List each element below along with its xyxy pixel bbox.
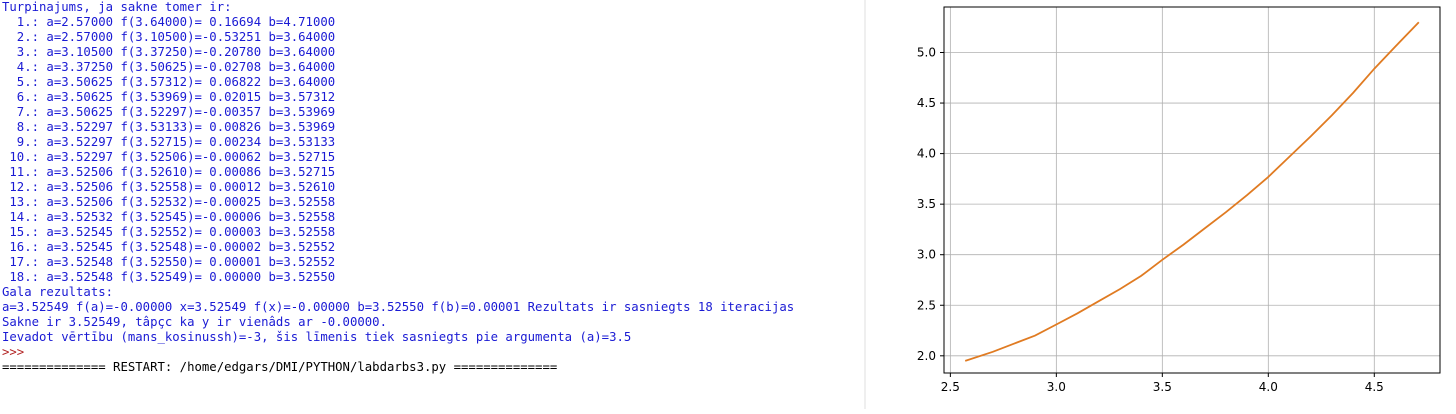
iteration-line: 6.: a=3.50625 f(3.53969)= 0.02015 b=3.57… xyxy=(2,90,336,104)
shell-prompt[interactable]: >>> xyxy=(0,345,864,360)
final-result-line: a=3.52549 f(a)=-0.00000 x=3.52549 f(x)=-… xyxy=(2,300,795,314)
restart-line: ============== RESTART: /home/edgars/DMI… xyxy=(2,360,558,374)
x-tick-label: 3.5 xyxy=(1153,380,1172,394)
y-tick-label: 3.5 xyxy=(917,197,936,211)
plot-panel: 2.5 3.0 3.5 4.0 4.5 2.0 2.5 3.0 3.5 4.0 4.5 5.0 xyxy=(866,0,1456,409)
y-tick-label: 3.0 xyxy=(917,248,936,262)
iteration-line: 11.: a=3.52506 f(3.52610)= 0.00086 b=3.5… xyxy=(2,165,336,179)
y-tick-label: 4.5 xyxy=(917,96,936,110)
iteration-line: 4.: a=3.37250 f(3.50625)=-0.02708 b=3.64… xyxy=(2,60,336,74)
python-shell-output[interactable]: Turpinajums, ja sakne tomer ir: 1.: a=2.… xyxy=(0,0,864,409)
input-line: Ievadot vērtību (mans_kosinussh)=-3, šis… xyxy=(2,330,632,344)
iteration-list: 1.: a=2.57000 f(3.64000)= 0.16694 b=4.71… xyxy=(0,15,864,285)
y-tick-label: 2.0 xyxy=(917,349,936,363)
x-tick-label: 3.0 xyxy=(1047,380,1066,394)
iteration-line: 9.: a=3.52297 f(3.52715)= 0.00234 b=3.53… xyxy=(2,135,336,149)
plot-frame xyxy=(943,6,1441,374)
y-tick-label: 4.0 xyxy=(917,147,936,161)
x-tick-label: 4.0 xyxy=(1259,380,1278,394)
iteration-line: 18.: a=3.52548 f(3.52549)= 0.00000 b=3.5… xyxy=(2,270,336,284)
iteration-line: 2.: a=2.57000 f(3.10500)=-0.53251 b=3.64… xyxy=(2,30,336,44)
final-heading-line: Gala rezultats: xyxy=(2,285,114,299)
root-line: Sakne ir 3.52549, tâpçc ka y ir vienâds … xyxy=(2,315,387,329)
iteration-line: 7.: a=3.50625 f(3.52297)=-0.00357 b=3.53… xyxy=(2,105,336,119)
iteration-line: 5.: a=3.50625 f(3.57312)= 0.06822 b=3.64… xyxy=(2,75,336,89)
shell-header-line: Turpinajums, ja sakne tomer ir: xyxy=(2,0,232,14)
iteration-line: 3.: a=3.10500 f(3.37250)=-0.20780 b=3.64… xyxy=(2,45,336,59)
iteration-line: 13.: a=3.52506 f(3.52532)=-0.00025 b=3.5… xyxy=(2,195,336,209)
iteration-line: 8.: a=3.52297 f(3.53133)= 0.00826 b=3.53… xyxy=(2,120,336,134)
x-tick-label: 4.5 xyxy=(1365,380,1384,394)
function-plot: 2.5 3.0 3.5 4.0 4.5 2.0 2.5 3.0 3.5 4.0 4.5 5.0 xyxy=(917,6,1441,394)
series-line xyxy=(964,21,1420,362)
iteration-line: 1.: a=2.57000 f(3.64000)= 0.16694 b=4.71… xyxy=(2,15,336,29)
iteration-line: 14.: a=3.52532 f(3.52545)=-0.00006 b=3.5… xyxy=(2,210,336,224)
y-tick-label: 2.5 xyxy=(917,298,936,312)
iteration-line: 15.: a=3.52545 f(3.52552)= 0.00003 b=3.5… xyxy=(2,225,336,239)
iteration-line: 17.: a=3.52548 f(3.52550)= 0.00001 b=3.5… xyxy=(2,255,336,269)
y-tick-label: 5.0 xyxy=(917,45,936,59)
iteration-line: 16.: a=3.52545 f(3.52548)=-0.00002 b=3.5… xyxy=(2,240,336,254)
iteration-line: 12.: a=3.52506 f(3.52558)= 0.00012 b=3.5… xyxy=(2,180,336,194)
iteration-line: 10.: a=3.52297 f(3.52506)=-0.00062 b=3.5… xyxy=(2,150,336,164)
x-tick-label: 2.5 xyxy=(941,380,960,394)
